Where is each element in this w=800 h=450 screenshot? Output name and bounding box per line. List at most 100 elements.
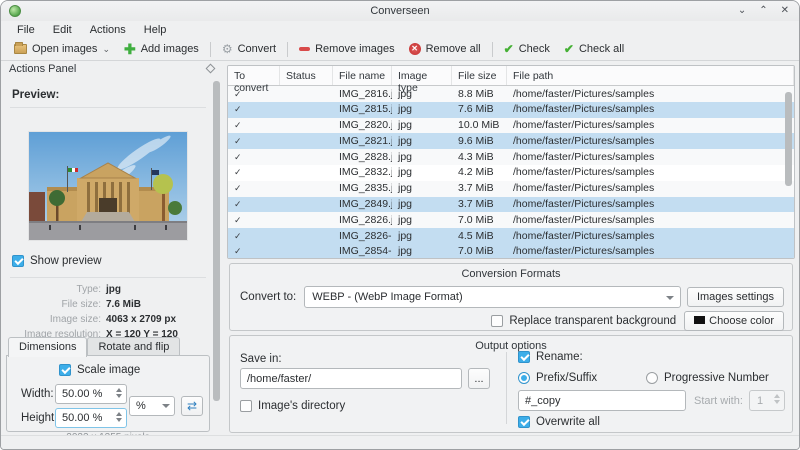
overwrite-all-checkbox[interactable]: Overwrite all [518,416,600,428]
start-with-label: Start with: [694,395,743,407]
table-row[interactable]: ✓ IMG_2835.jpg jpg 3.7 MiB/home/faster/Pict… [228,180,794,197]
menu-item-file[interactable]: File [9,23,43,37]
app-icon [9,5,21,17]
row-status [280,244,333,258]
row-image-type: jpg [398,103,413,116]
row-image-type: jpg [398,198,413,211]
row-check-icon[interactable]: ✓ [228,133,280,149]
spinner-arrows-icon[interactable] [116,412,122,422]
swap-dimensions-button[interactable]: ⇄ [181,396,203,416]
row-check-icon[interactable]: ✓ [228,102,280,118]
table-row[interactable]: ✓ IMG_2826-M... jpg 4.5 MiB/home/faster/Pic… [228,228,794,244]
row-check-icon[interactable]: ✓ [228,149,280,165]
images-settings-button[interactable]: Images settings [686,287,784,307]
image-size-value: 4063 x 2709 px [106,314,177,325]
checkbox-icon[interactable] [59,364,71,376]
row-check-icon[interactable]: ✓ [228,118,280,134]
check-all-button[interactable]: ✔ Check all [557,41,631,57]
save-in-label: Save in: [240,353,282,365]
row-check-icon[interactable]: ✓ [228,86,280,102]
column-header-to-convert[interactable]: To convert [228,66,280,94]
row-status [280,86,333,102]
dock-float-icon[interactable] [205,63,216,74]
remove-images-button[interactable]: Remove images [292,41,401,57]
checkbox-icon[interactable] [240,400,252,412]
progressive-number-radio[interactable]: Progressive Number [646,372,769,384]
table-row[interactable]: ✓ IMG_2854-2.j... jpg 7.0 MiB/home/faster/P… [228,243,794,258]
start-with-spinner[interactable]: 1 [749,390,785,411]
row-file-name: IMG_2849.jpg [339,198,392,211]
tab-rotate-and-flip[interactable]: Rotate and flip [87,337,181,357]
row-status [280,102,333,118]
column-header-file-size[interactable]: File size [452,66,507,85]
save-in-input[interactable]: /home/faster/ [240,368,462,389]
table-row[interactable]: ✓ IMG_2849.jpg jpg 3.7 MiB/home/faster/Pict… [228,196,794,213]
row-check-icon[interactable]: ✓ [228,165,280,181]
row-check-icon[interactable]: ✓ [228,181,280,197]
row-file-size: 3.7 MiB [458,182,494,195]
table-row[interactable]: ✓ IMG_2828.jpg jpg 4.3 MiB/home/faster/Pict… [228,149,794,165]
height-spinner[interactable]: 50.00 % [55,408,127,428]
open-images-button[interactable]: Open images ⌄ [7,41,117,57]
scrollbar-thumb[interactable] [213,81,220,401]
scrollbar-thumb[interactable] [785,92,792,186]
table-row[interactable]: ✓ IMG_2816.jpg jpg 8.8 MiB/home/faster/Pict… [228,86,794,102]
dimensions-tab-content: Scale image Width: 50.00 % Height: 50.00… [6,355,210,443]
table-row[interactable]: ✓ IMG_2821.jpg jpg 9.6 MiB/home/faster/Pict… [228,133,794,150]
row-check-icon[interactable]: ✓ [228,228,280,244]
table-row[interactable]: ✓ IMG_2815.jpg jpg 7.6 MiB/home/faster/Pict… [228,101,794,118]
checkbox-icon[interactable] [518,416,530,428]
chevron-down-icon[interactable]: ⌄ [102,44,110,55]
row-file-path: /home/faster/Pictures/samples [513,103,655,116]
width-spinner[interactable]: 50.00 % [55,384,127,404]
checkbox-icon[interactable] [518,351,530,363]
checkbox-icon[interactable] [491,315,504,327]
row-status [280,197,333,213]
column-header-file-name[interactable]: File name [333,66,392,85]
rename-checkbox[interactable]: Rename: [518,351,583,363]
maximize-icon[interactable]: ⌃ [759,6,767,16]
image-size-label: Image size: [49,314,101,325]
title-bar[interactable]: Converseen ⌄ ⌃ ✕ [1,1,799,21]
window-title: Converseen [370,5,430,17]
panel-scrollbar[interactable] [213,81,220,430]
toolbar-separator [491,41,493,57]
checkbox-icon[interactable] [12,255,24,267]
replace-background-checkbox[interactable]: Replace transparent background [491,315,676,327]
row-image-type: jpg [398,245,413,258]
table-scrollbar[interactable] [785,90,792,256]
radio-icon[interactable] [646,372,658,384]
rename-pattern-input[interactable]: #_copy [518,390,686,411]
spinner-arrows-icon[interactable] [116,388,122,398]
column-header-image-type[interactable]: Image type [392,66,452,94]
convert-button[interactable]: ⚙ Convert [215,41,283,57]
row-check-icon[interactable]: ✓ [228,212,280,228]
images-directory-checkbox[interactable]: Image's directory [240,400,345,412]
table-row[interactable]: ✓ IMG_2826.jpg jpg 7.0 MiB/home/faster/Pict… [228,212,794,229]
table-row[interactable]: ✓ IMG_2820.jpg jpg 10.0 MiB/home/faster/Pic… [228,117,794,134]
scale-image-checkbox[interactable]: Scale image [59,364,140,376]
show-preview-checkbox[interactable]: Show preview [12,255,102,267]
menu-item-edit[interactable]: Edit [45,23,80,37]
row-file-size: 4.5 MiB [458,229,494,242]
radio-icon[interactable] [518,372,530,384]
choose-color-button[interactable]: Choose color [684,311,784,331]
add-images-button[interactable]: ✚ Add images [117,41,206,57]
unit-dropdown[interactable]: % [129,396,175,416]
format-dropdown[interactable]: WEBP - (WebP Image Format) [304,286,681,308]
file-size-value: 7.6 MiB [106,299,142,310]
menu-item-help[interactable]: Help [136,23,175,37]
row-check-icon[interactable]: ✓ [228,197,280,213]
table-row[interactable]: ✓ IMG_2832.jpg jpg 4.2 MiB/home/faster/Pict… [228,165,794,181]
browse-button[interactable]: ... [468,368,490,389]
tab-dimensions[interactable]: Dimensions [8,337,88,357]
remove-all-button[interactable]: ✕ Remove all [402,41,488,57]
prefix-suffix-radio[interactable]: Prefix/Suffix [518,372,597,384]
check-button[interactable]: ✔ Check [497,41,557,57]
menu-item-actions[interactable]: Actions [82,23,134,37]
close-icon[interactable]: ✕ [781,6,789,16]
column-header-status[interactable]: Status [280,66,333,85]
row-check-icon[interactable]: ✓ [228,244,280,258]
minimize-icon[interactable]: ⌄ [738,6,746,16]
column-header-file-path[interactable]: File path [507,66,794,85]
